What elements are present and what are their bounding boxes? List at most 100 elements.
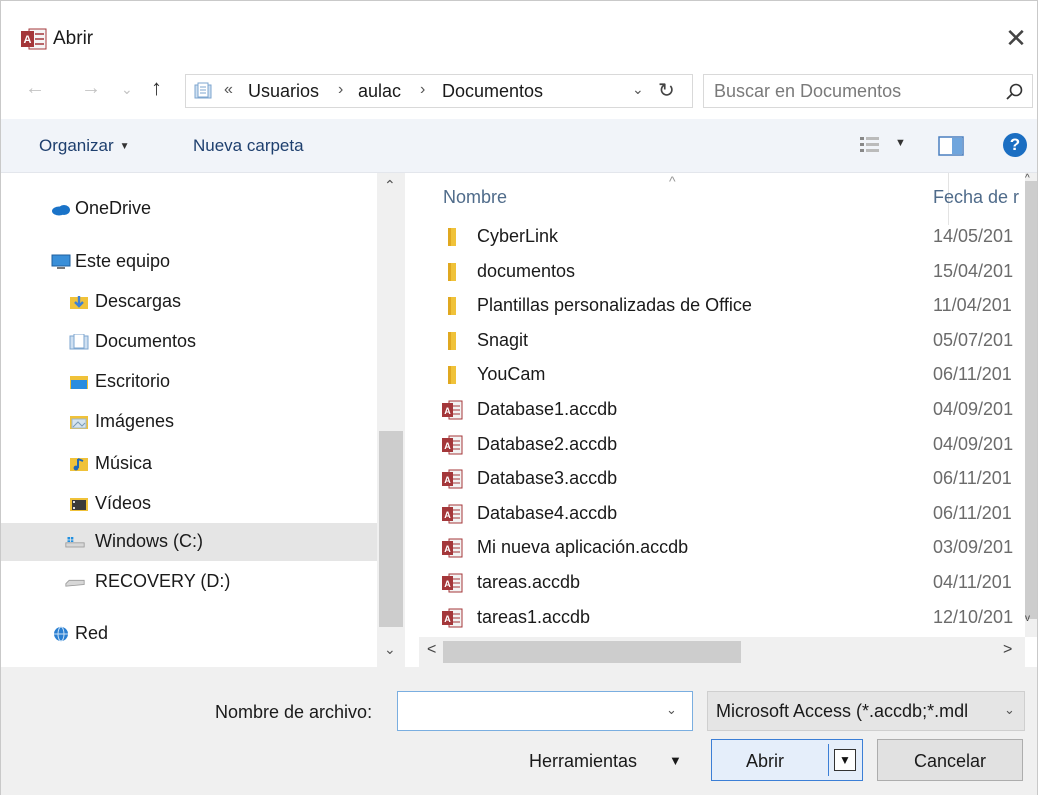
sidebar-item-onedrive[interactable]: OneDrive (1, 190, 377, 228)
file-row[interactable]: documentos 15/04/201 (419, 256, 1019, 290)
file-row[interactable]: CyberLink 14/05/201 (419, 221, 1019, 255)
filename-input[interactable] (404, 700, 654, 721)
file-row[interactable]: A Database3.accdb 06/11/201 (419, 463, 1019, 497)
file-type-select[interactable]: Microsoft Access (*.accdb;*.mdl ⌄ (707, 691, 1025, 731)
back-button[interactable]: ← (25, 77, 45, 100)
breadcrumb-documentos[interactable]: Documentos (442, 81, 543, 102)
onedrive-icon (52, 205, 70, 216)
file-row[interactable]: A Database1.accdb 04/09/201 (419, 394, 1019, 428)
file-date: 06/11/201 (933, 468, 1012, 489)
file-list-horizontal-scrollbar[interactable]: < > (419, 637, 1025, 667)
file-row[interactable]: Atareas.accdb 04/11/201 (419, 567, 1019, 601)
open-options-dropdown-icon[interactable]: ▼ (834, 749, 856, 771)
file-row[interactable]: Plantillas personalizadas de Office 11/04… (419, 290, 1019, 324)
svg-text:A: A (444, 441, 451, 451)
open-dialog: A Abrir ✕ ← → ⌄ ↑ « Usuarios › aulac › D… (0, 0, 1038, 795)
scroll-down-icon[interactable]: v (1025, 613, 1030, 624)
file-row[interactable]: YouCam 06/11/201 (419, 359, 1019, 393)
file-date: 04/11/201 (933, 572, 1012, 592)
filename-combobox[interactable]: ⌄ (397, 691, 693, 731)
system-drive-icon (65, 537, 85, 548)
breadcrumb-usuarios[interactable]: Usuarios (248, 81, 319, 102)
sidebar-item-windows-c[interactable]: Windows (C:) (1, 523, 377, 561)
file-list: ^ Nombre Fecha de r CyberLink 14/05/201 do… (419, 173, 1037, 667)
scroll-left-icon[interactable]: < (427, 641, 436, 659)
documents-folder-icon (194, 82, 212, 99)
file-type-value: Microsoft Access (*.accdb;*.mdl (716, 701, 969, 721)
sidebar-item-este-equipo[interactable]: Este equipo (1, 243, 377, 281)
access-file-icon: A (442, 435, 463, 455)
address-bar[interactable]: « Usuarios › aulac › Documentos ⌄ ↻ (185, 74, 693, 108)
file-name: YouCam (477, 364, 546, 385)
tools-button[interactable]: Herramientas (529, 751, 637, 772)
dialog-footer: Nombre de archivo: ⌄ Microsoft Access (*… (1, 667, 1037, 795)
cancel-button-label: Cancelar (914, 751, 987, 771)
scrollbar-thumb[interactable] (1025, 181, 1037, 619)
file-row[interactable]: A Mi nueva aplicación.accdb 03/09/201 (419, 532, 1019, 566)
drive-icon (65, 579, 85, 587)
sidebar-item-documentos[interactable]: Documentos (1, 323, 377, 361)
address-dropdown-button[interactable]: ⌄ (632, 81, 644, 98)
recent-locations-button[interactable]: ⌄ (121, 81, 133, 98)
navigation-scrollbar[interactable]: ⌃ ⌄ (377, 173, 405, 667)
help-icon[interactable]: ? (1003, 133, 1027, 157)
file-name: Database4.accdb (477, 502, 618, 523)
search-box[interactable] (703, 74, 1033, 108)
scrollbar-thumb[interactable] (379, 431, 403, 627)
sidebar-item-label: Vídeos (95, 493, 152, 513)
breadcrumb-aulac[interactable]: aulac (358, 81, 401, 102)
sidebar-item-musica[interactable]: Música (1, 445, 377, 483)
file-name: CyberLink (477, 226, 559, 246)
file-row[interactable]: Snagit 05/07/201 (419, 325, 1019, 359)
sidebar-item-recovery-d[interactable]: RECOVERY (D:) (1, 563, 377, 601)
up-button[interactable]: ↑ (151, 75, 162, 101)
new-folder-button[interactable]: Nueva carpeta (193, 136, 304, 156)
access-file-icon: A (442, 504, 463, 524)
chevron-down-icon[interactable]: ⌄ (666, 702, 677, 718)
sidebar-item-descargas[interactable]: Descargas (1, 283, 377, 321)
chevron-down-icon: ⌄ (1004, 702, 1015, 717)
tools-dropdown-icon[interactable]: ▼ (669, 753, 682, 768)
sidebar-item-videos[interactable]: Vídeos (1, 485, 377, 523)
sidebar-item-escritorio[interactable]: Escritorio (1, 363, 377, 401)
scrollbar-thumb[interactable] (443, 641, 741, 663)
open-button[interactable]: Abrir ▼ (711, 739, 863, 781)
file-name: Plantillas personalizadas de Office (477, 295, 752, 316)
organize-button[interactable]: Organizar ▼ (39, 136, 130, 156)
folder-icon (448, 366, 456, 385)
scroll-down-icon[interactable]: ⌄ (384, 641, 396, 658)
view-options-chevron-icon[interactable]: ▼ (895, 137, 906, 149)
change-view-icon[interactable] (859, 135, 881, 155)
address-overflow-icon[interactable]: « (224, 81, 233, 99)
sidebar-item-label: Imágenes (95, 411, 175, 431)
file-row[interactable]: Atareas1.accdb 12/10/201 (419, 602, 1019, 636)
file-name: Database1.accdb (477, 399, 618, 419)
command-bar: Organizar ▼ Nueva carpeta ▼ ? (1, 119, 1037, 173)
breadcrumb-separator[interactable]: › (420, 81, 425, 99)
file-date: 12/10/201 (933, 606, 1014, 627)
title-bar: A Abrir ✕ (1, 1, 1037, 71)
file-row[interactable]: A Database2.accdb 04/09/201 (419, 429, 1019, 463)
preview-pane-icon[interactable] (938, 136, 964, 156)
column-header-date[interactable]: Fecha de r (933, 187, 1019, 208)
breadcrumb-separator[interactable]: › (338, 81, 343, 99)
file-name: Database3.accdb (477, 468, 618, 489)
column-header-name[interactable]: Nombre (443, 187, 507, 208)
forward-button[interactable]: → (81, 77, 101, 100)
cancel-button[interactable]: Cancelar (877, 739, 1023, 781)
access-file-icon: A (442, 608, 463, 628)
sidebar-item-label: OneDrive (75, 198, 152, 218)
close-button[interactable]: ✕ (1001, 23, 1031, 53)
search-icon[interactable] (1004, 82, 1024, 102)
file-name: tareas.accdb (477, 572, 581, 592)
file-list-vertical-scrollbar[interactable]: ^ v (1025, 173, 1037, 637)
file-row[interactable]: A Database4.accdb 06/11/201 (419, 498, 1019, 532)
folder-icon (448, 262, 456, 281)
search-input[interactable] (714, 81, 994, 102)
sidebar-item-imagenes[interactable]: Imágenes (1, 403, 377, 441)
sidebar-item-red[interactable]: Red (1, 615, 377, 653)
refresh-button[interactable]: ↻ (658, 78, 675, 103)
file-name: Mi nueva aplicación.accdb (477, 537, 689, 558)
scroll-up-icon[interactable]: ⌃ (384, 177, 396, 194)
scroll-right-icon[interactable]: > (1003, 641, 1012, 659)
